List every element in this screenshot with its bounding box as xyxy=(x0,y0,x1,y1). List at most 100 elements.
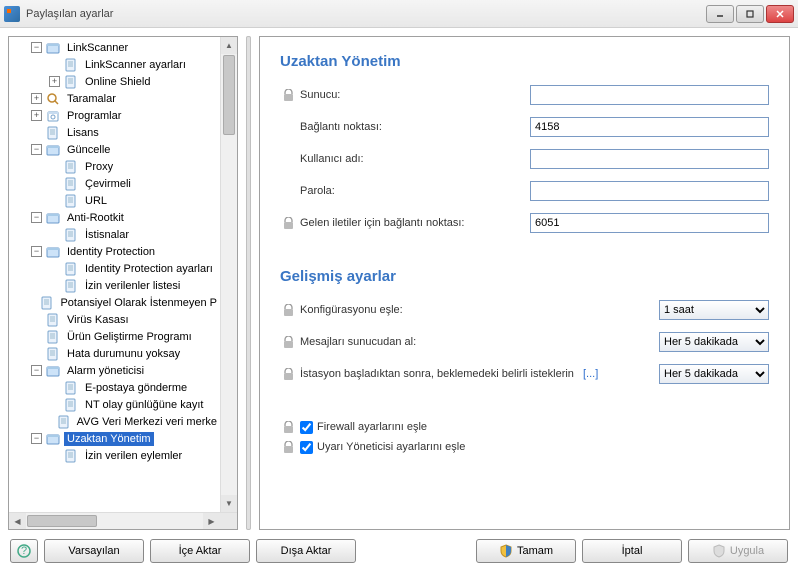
alert-manager-sync-checkbox[interactable] xyxy=(300,441,313,454)
tree-item[interactable]: −Uzaktan Yönetim xyxy=(9,430,237,447)
apply-button[interactable]: Uygula xyxy=(688,539,788,563)
lock-icon[interactable] xyxy=(280,215,296,231)
cancel-button[interactable]: İptal xyxy=(582,539,682,563)
tree-item-label: NT olay günlüğüne kayıt xyxy=(82,398,206,412)
username-label: Kullanıcı adı: xyxy=(300,153,530,165)
collapse-icon[interactable]: − xyxy=(31,433,42,444)
lock-icon[interactable] xyxy=(280,87,296,103)
scroll-down-icon[interactable]: ▼ xyxy=(221,495,237,512)
tree-item-label: Virüs Kasası xyxy=(64,313,132,327)
expand-icon[interactable]: + xyxy=(49,76,60,87)
folder-icon xyxy=(45,40,61,56)
lock-icon[interactable] xyxy=(280,334,296,350)
tree-item[interactable]: +Programlar xyxy=(9,107,237,124)
tree-item[interactable]: LinkScanner ayarları xyxy=(9,56,237,73)
tree-item[interactable]: − Anti-Rootkit xyxy=(9,209,237,226)
server-input[interactable] xyxy=(530,85,769,105)
tree-item-label: Potansiyel Olarak İstenmeyen P xyxy=(57,296,220,310)
calendar-icon xyxy=(45,108,61,124)
close-button[interactable] xyxy=(766,5,794,23)
station-ellipsis-link[interactable]: [...] xyxy=(583,368,598,380)
button-bar: ? Varsayılan İçe Aktar Dışa Aktar Tamam … xyxy=(0,538,798,572)
collapse-icon[interactable]: − xyxy=(31,144,42,155)
tree-item[interactable]: Virüs Kasası xyxy=(9,311,237,328)
tree-item[interactable]: −Alarm yöneticisi xyxy=(9,362,237,379)
port-input[interactable] xyxy=(530,117,769,137)
tree-vscrollbar[interactable]: ▲ ▼ xyxy=(220,37,237,512)
help-button[interactable]: ? xyxy=(10,539,38,563)
scroll-up-icon[interactable]: ▲ xyxy=(221,37,237,54)
scroll-right-icon[interactable]: ▶ xyxy=(203,513,220,529)
collapse-icon[interactable]: − xyxy=(31,365,42,376)
retrieve-messages-select[interactable]: Her 5 dakikada xyxy=(659,332,769,352)
firewall-sync-checkbox[interactable] xyxy=(300,421,313,434)
content-panel: Uzaktan Yönetim Sunucu: Bağlantı noktası… xyxy=(259,36,790,530)
collapse-icon[interactable]: − xyxy=(31,212,42,223)
tree-item-label: LinkScanner ayarları xyxy=(82,58,189,72)
tree-item[interactable]: −LinkScanner xyxy=(9,39,237,56)
tree-hscrollbar[interactable]: ◀ ▶ xyxy=(9,512,237,529)
sync-config-select[interactable]: 1 saat xyxy=(659,300,769,320)
lock-icon[interactable] xyxy=(280,366,296,382)
collapse-icon[interactable]: − xyxy=(31,246,42,257)
import-button[interactable]: İçe Aktar xyxy=(150,539,250,563)
ok-button[interactable]: Tamam xyxy=(476,539,576,563)
tree-item[interactable]: NT olay günlüğüne kayıt xyxy=(9,396,237,413)
tree-item[interactable]: E-postaya gönderme xyxy=(9,379,237,396)
page-icon xyxy=(63,74,79,90)
password-label: Parola: xyxy=(300,185,530,197)
tree-item[interactable]: Hata durumunu yoksay xyxy=(9,345,237,362)
scroll-thumb-h[interactable] xyxy=(27,515,97,527)
tree-item-label: Lisans xyxy=(64,126,102,140)
minimize-button[interactable] xyxy=(706,5,734,23)
page-icon xyxy=(63,193,79,209)
expand-icon[interactable]: + xyxy=(31,93,42,104)
retrieve-messages-label: Mesajları sunucudan al: xyxy=(300,336,659,348)
export-button[interactable]: Dışa Aktar xyxy=(256,539,356,563)
tree-item[interactable]: Ürün Geliştirme Programı xyxy=(9,328,237,345)
tree-item[interactable]: İstisnalar xyxy=(9,226,237,243)
tree-item[interactable]: Identity Protection ayarları xyxy=(9,260,237,277)
tree-item[interactable]: −Güncelle xyxy=(9,141,237,158)
incoming-port-input[interactable] xyxy=(530,213,769,233)
splitter[interactable] xyxy=(246,36,251,530)
page-icon xyxy=(63,176,79,192)
tree-item[interactable]: Potansiyel Olarak İstenmeyen P xyxy=(9,294,237,311)
tree-item[interactable]: Lisans xyxy=(9,124,237,141)
station-start-select[interactable]: Her 5 dakikada xyxy=(659,364,769,384)
tree-item[interactable]: Proxy xyxy=(9,158,237,175)
titlebar: Paylaşılan ayarlar xyxy=(0,0,798,28)
username-input[interactable] xyxy=(530,149,769,169)
page-icon xyxy=(63,380,79,396)
lock-icon[interactable] xyxy=(280,419,296,435)
page-icon xyxy=(45,125,61,141)
collapse-icon[interactable]: − xyxy=(31,42,42,53)
tree-item-label: Identity Protection xyxy=(64,245,158,259)
svg-text:?: ? xyxy=(21,545,27,557)
password-input[interactable] xyxy=(530,181,769,201)
expand-icon[interactable]: + xyxy=(31,110,42,121)
scroll-left-icon[interactable]: ◀ xyxy=(9,513,26,529)
tree-item[interactable]: URL xyxy=(9,192,237,209)
maximize-button[interactable] xyxy=(736,5,764,23)
tree-item[interactable]: Çevirmeli xyxy=(9,175,237,192)
tree-item-label: Hata durumunu yoksay xyxy=(64,347,183,361)
tree-item-label: Anti-Rootkit xyxy=(64,211,127,225)
tree-item-label: İzin verilenler listesi xyxy=(82,279,183,293)
settings-tree[interactable]: −LinkScanner LinkScanner ayarları+Online … xyxy=(9,39,237,464)
window-title: Paylaşılan ayarlar xyxy=(26,8,706,20)
defaults-button[interactable]: Varsayılan xyxy=(44,539,144,563)
folder-icon xyxy=(45,363,61,379)
page-icon xyxy=(63,397,79,413)
tree-item[interactable]: +Taramalar xyxy=(9,90,237,107)
scroll-thumb-v[interactable] xyxy=(223,55,235,135)
tree-item[interactable]: İzin verilen eylemler xyxy=(9,447,237,464)
tree-item[interactable]: İzin verilenler listesi xyxy=(9,277,237,294)
app-icon xyxy=(4,6,20,22)
lock-icon[interactable] xyxy=(280,439,296,455)
page-icon xyxy=(45,312,61,328)
lock-icon[interactable] xyxy=(280,302,296,318)
tree-item[interactable]: AVG Veri Merkezi veri merke xyxy=(9,413,237,430)
tree-item[interactable]: − Identity Protection xyxy=(9,243,237,260)
tree-item[interactable]: +Online Shield xyxy=(9,73,237,90)
